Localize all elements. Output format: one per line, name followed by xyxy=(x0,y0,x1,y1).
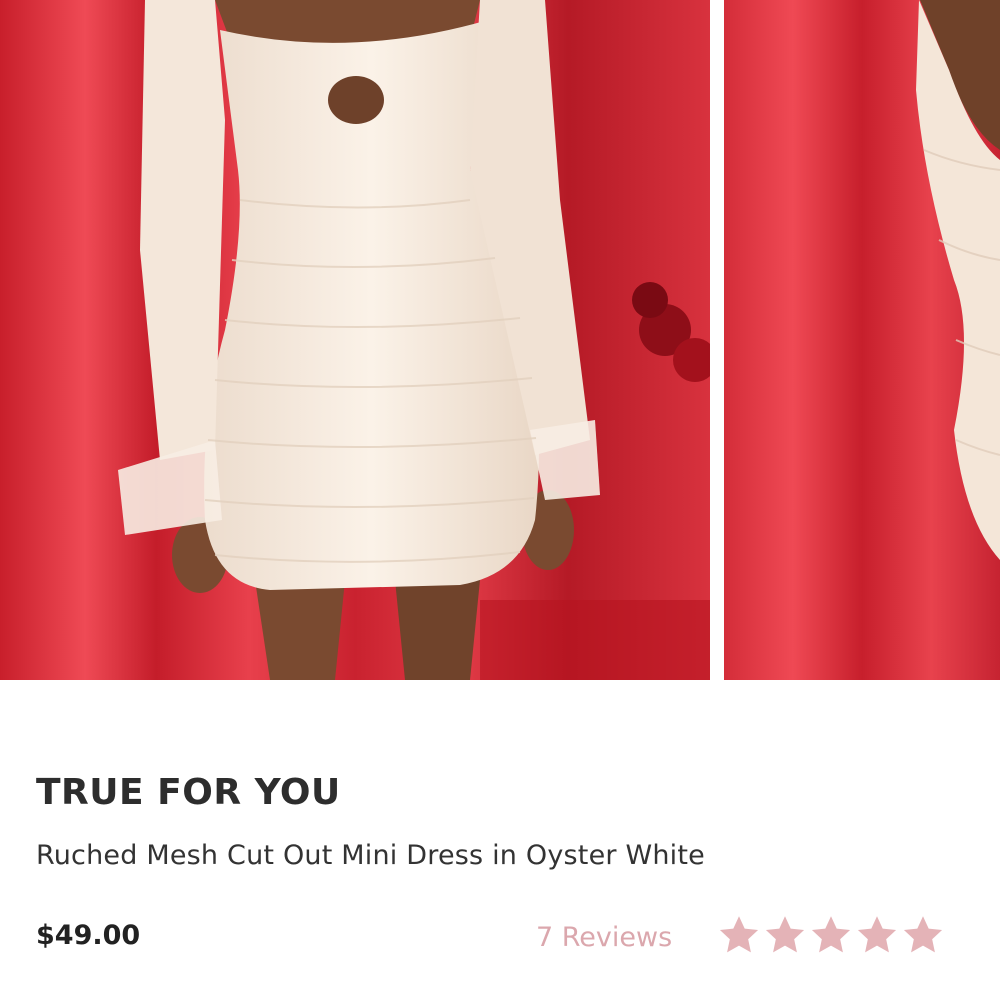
product-price: $49.00 xyxy=(36,920,141,951)
brand-name[interactable]: TRUE FOR YOU xyxy=(36,772,341,813)
star-icon xyxy=(808,913,854,957)
product-photo-back xyxy=(724,0,1000,680)
star-icon xyxy=(762,913,808,957)
star-icon xyxy=(900,913,946,957)
product-image-front[interactable] xyxy=(0,0,710,680)
product-image-gallery[interactable] xyxy=(0,0,1000,680)
star-icon xyxy=(716,913,762,957)
product-image-back[interactable] xyxy=(724,0,1000,680)
star-rating[interactable] xyxy=(716,913,946,957)
reviews-link[interactable]: 7 Reviews xyxy=(536,922,672,953)
star-icon xyxy=(854,913,900,957)
product-title: Ruched Mesh Cut Out Mini Dress in Oyster… xyxy=(36,840,705,871)
product-photo-front xyxy=(0,0,710,680)
